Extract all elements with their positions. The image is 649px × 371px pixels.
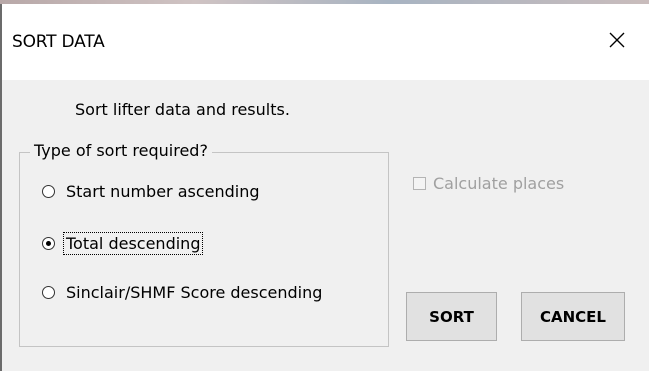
sort-button[interactable]: SORT	[406, 292, 497, 341]
radio-sinclair-shmf-score-descending[interactable]: Sinclair/SHMF Score descending	[42, 282, 324, 303]
cancel-button[interactable]: CANCEL	[521, 292, 625, 341]
dialog-body: Sort lifter data and results. Type of so…	[2, 80, 649, 371]
radio-start-number-ascending[interactable]: Start number ascending	[42, 181, 262, 202]
radio-label: Total descending	[62, 232, 204, 255]
dialog-title: SORT DATA	[12, 32, 105, 52]
description-label: Sort lifter data and results.	[75, 100, 290, 119]
title-bar: SORT DATA	[2, 4, 649, 80]
sort-type-group: Type of sort required? Start number asce…	[19, 141, 389, 347]
calculate-places-checkbox	[413, 177, 426, 190]
radio-label: Sinclair/SHMF Score descending	[66, 283, 323, 302]
close-button[interactable]	[585, 4, 649, 80]
radio-button-selected[interactable]	[42, 237, 55, 250]
radio-button[interactable]	[42, 286, 55, 299]
sort-type-legend: Type of sort required?	[30, 141, 212, 160]
calculate-places-label: Calculate places	[433, 174, 565, 193]
radio-total-descending[interactable]: Total descending	[42, 232, 204, 255]
calculate-places-checkbox-row: Calculate places	[413, 174, 564, 193]
close-icon	[608, 31, 626, 53]
radio-label: Start number ascending	[66, 182, 260, 201]
radio-button[interactable]	[42, 185, 55, 198]
sort-data-dialog: SORT DATA Sort lifter data and results. …	[0, 0, 649, 371]
